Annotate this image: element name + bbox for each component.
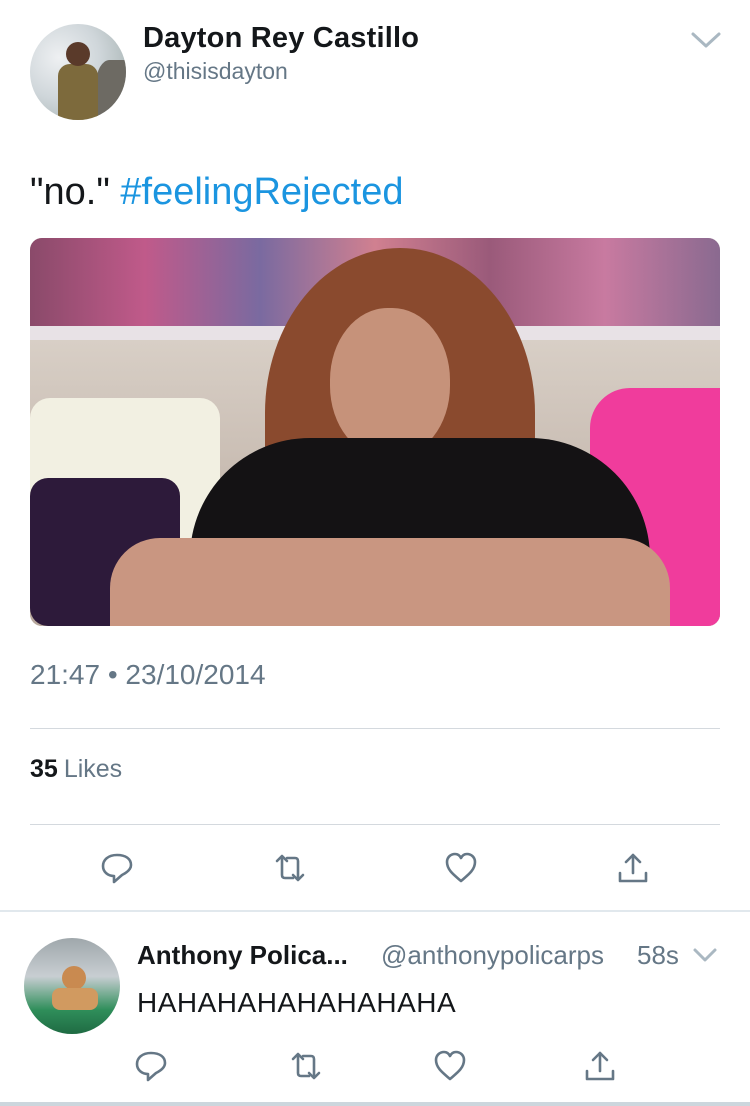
heart-icon[interactable] bbox=[441, 848, 481, 888]
retweet-icon[interactable] bbox=[286, 1046, 326, 1086]
likes-count: 35 bbox=[30, 755, 58, 783]
author-name[interactable]: Dayton Rey Castillo bbox=[143, 22, 419, 55]
divider bbox=[30, 728, 720, 729]
tweet-text-plain: "no." bbox=[30, 171, 121, 213]
heart-icon[interactable] bbox=[430, 1046, 470, 1086]
media-person-arms bbox=[110, 538, 670, 626]
reply-time: 58s bbox=[637, 940, 679, 970]
author-handle[interactable]: @thisisdayton bbox=[143, 58, 288, 85]
likes-label: Likes bbox=[63, 755, 123, 783]
media-person-face bbox=[330, 308, 450, 458]
section-divider bbox=[0, 910, 750, 912]
share-icon[interactable] bbox=[580, 1046, 620, 1086]
reply-author-name[interactable]: Anthony Polica... bbox=[137, 940, 348, 971]
chevron-down-icon[interactable] bbox=[692, 947, 718, 963]
share-icon[interactable] bbox=[613, 848, 653, 888]
bottom-edge bbox=[0, 1102, 750, 1106]
divider bbox=[30, 824, 720, 825]
reply-text: HAHAHAHAHAHAHAHA bbox=[137, 987, 457, 1018]
avatar-background-rock bbox=[96, 60, 126, 120]
reply-author-avatar[interactable] bbox=[24, 938, 120, 1034]
tweet-timestamp: 21:47 • 23/10/2014 bbox=[30, 659, 266, 690]
reply-author-handle[interactable]: @anthonypolicarps bbox=[381, 940, 604, 971]
reply-icon[interactable] bbox=[131, 1046, 171, 1086]
author-avatar[interactable] bbox=[30, 24, 126, 120]
tweet-text: "no." #feelingRejected bbox=[30, 171, 403, 214]
tweet-media-image[interactable] bbox=[30, 238, 720, 626]
reply-icon[interactable] bbox=[97, 848, 137, 888]
avatar-figure-head bbox=[66, 42, 90, 66]
avatar-figure-body bbox=[58, 64, 98, 120]
avatar-person-body bbox=[52, 988, 98, 1010]
chevron-down-icon[interactable] bbox=[690, 30, 722, 50]
retweet-icon[interactable] bbox=[270, 848, 310, 888]
likes-summary[interactable]: 35 Likes bbox=[30, 755, 122, 784]
hashtag-link[interactable]: #feelingRejected bbox=[120, 171, 403, 213]
avatar-person-head bbox=[62, 966, 86, 990]
